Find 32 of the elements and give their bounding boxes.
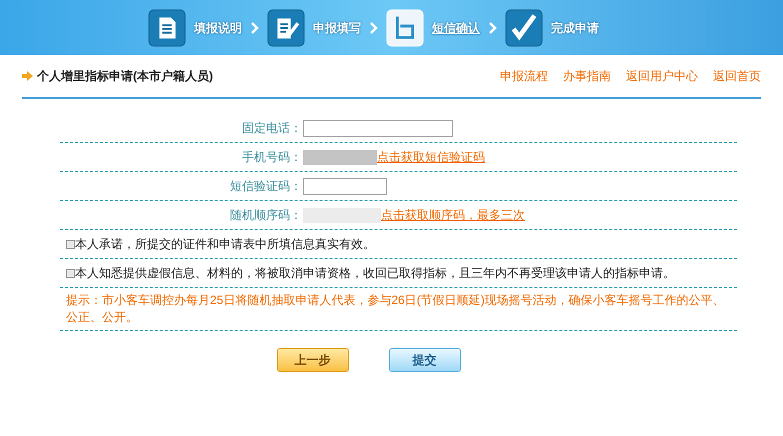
agreement-text: 本人承诺，所提交的证件和申请表中所填信息真实有效。 xyxy=(75,236,375,253)
step-label: 完成申请 xyxy=(551,20,599,36)
nav-link[interactable]: 返回用户中心 xyxy=(626,67,698,85)
nav-link[interactable]: 办事指南 xyxy=(563,67,611,85)
edit-document-icon xyxy=(267,8,305,46)
notice-text: 提示：市小客车调控办每月25日将随机抽取申请人代表，参与26日(节假日顺延)现场摇号活动，确保小客车摇号工作的公平、公正、公开。 xyxy=(65,292,726,326)
step-label: 填报说明 xyxy=(194,20,242,36)
nav-link[interactable]: 返回首页 xyxy=(713,67,761,85)
checkbox[interactable] xyxy=(66,240,75,248)
checkbox[interactable] xyxy=(66,268,75,278)
link[interactable]: 点击获取短信验证码 xyxy=(377,148,485,166)
field-label: 随机顺序码： xyxy=(229,207,302,224)
field-label: 固定电话： xyxy=(241,120,302,137)
agreement-text: 本人知悉提供虚假信息、材料的，将被取消申请资格，收回已取得指标，且三年内不再受理该申请人的指标申请。 xyxy=(75,265,675,282)
input-field[interactable] xyxy=(303,120,453,136)
arrow-right-icon xyxy=(22,71,33,81)
back-button[interactable]: 上一步 xyxy=(276,348,348,372)
chevron-right-icon xyxy=(250,22,259,34)
step-label: 短信确认 xyxy=(432,20,480,36)
field-label: 手机号码： xyxy=(241,149,302,166)
page-title: 个人增里指标申请(本市户籍人员) xyxy=(37,68,213,85)
chevron-right-icon xyxy=(369,22,378,34)
field-label: 短信验证码： xyxy=(229,178,302,195)
chevron-right-icon xyxy=(488,22,497,34)
input-field[interactable] xyxy=(303,178,387,194)
document-icon xyxy=(148,8,186,46)
submit-button[interactable]: 提交 xyxy=(388,348,460,372)
step-label: 申报填写 xyxy=(313,20,361,36)
check-icon xyxy=(505,8,543,46)
nav-link[interactable]: 申报流程 xyxy=(500,67,548,85)
message-box-icon xyxy=(386,8,424,46)
link[interactable]: 点击获取顺序码，最多三次 xyxy=(381,206,525,224)
